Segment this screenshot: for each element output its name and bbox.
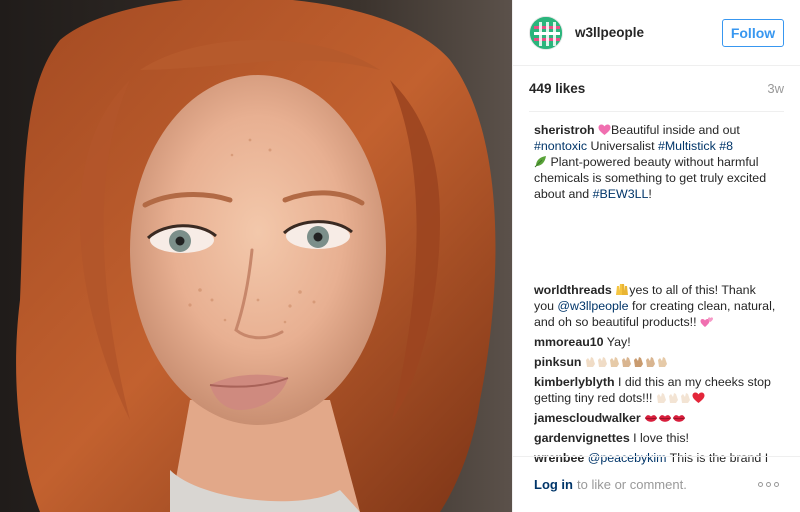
- portrait-illustration: [0, 0, 512, 512]
- clap-icon: [657, 357, 667, 367]
- comment-username[interactable]: jamescloudwalker: [534, 411, 641, 425]
- likes-count[interactable]: 449 likes: [529, 81, 585, 96]
- dot: [758, 482, 763, 487]
- caption-word: Universalist: [587, 139, 658, 153]
- post-photo[interactable]: [0, 0, 512, 512]
- dot: [774, 482, 779, 487]
- post-age[interactable]: 3w: [767, 81, 784, 96]
- comment-item: gardenvignettes I love this!: [534, 430, 779, 446]
- caption: sheristroh Beautiful inside and out #non…: [534, 122, 779, 202]
- comment-item: mmoreau10 Yay!: [534, 334, 779, 350]
- pink-heart-icon: [598, 124, 611, 135]
- post-footer: Log in to like or comment.: [513, 456, 800, 512]
- clap-icon: [585, 357, 595, 367]
- post-header: w3llpeople Follow: [513, 0, 800, 66]
- comment-username[interactable]: mmoreau10: [534, 335, 604, 349]
- avatar[interactable]: [529, 15, 563, 50]
- clap-icon: [609, 357, 619, 367]
- clap-icon: [597, 357, 607, 367]
- comment-item: kimberlyblyth I did this an my cheeks st…: [534, 374, 779, 406]
- kiss-lips-emoji-row: [644, 411, 686, 425]
- comment-username[interactable]: worldthreads: [534, 283, 612, 297]
- post-username[interactable]: w3llpeople: [575, 25, 722, 40]
- comment-text: I love this!: [633, 431, 689, 445]
- caption-username[interactable]: sheristroh: [534, 123, 595, 137]
- raised-hands-icon: [616, 284, 629, 295]
- more-options-icon[interactable]: [758, 482, 779, 487]
- comment-mention[interactable]: @w3llpeople: [557, 299, 628, 313]
- post-side-panel: w3llpeople Follow 449 likes 3w sheristro…: [512, 0, 800, 512]
- two-hearts-icon: [700, 317, 714, 327]
- comment-username[interactable]: gardenvignettes: [534, 431, 630, 445]
- clap-icon: [680, 393, 690, 403]
- comment-item: pinksun: [534, 354, 779, 370]
- comment-username[interactable]: kimberlyblyth: [534, 375, 615, 389]
- lips-icon: [673, 415, 686, 422]
- hashtag-multistick[interactable]: #Multistick: [658, 139, 716, 153]
- comment-text: Yay!: [606, 335, 631, 349]
- herb-leaf-icon: [534, 156, 546, 168]
- clap-icon: [668, 393, 678, 403]
- hashtag-bew3ll[interactable]: #BEW3LL: [593, 187, 649, 201]
- caption-line1: Beautiful inside and out: [611, 123, 740, 137]
- comment-list: worldthreads yes to all of this! Thank y…: [534, 282, 779, 474]
- caption-line2-end: !: [648, 187, 652, 201]
- login-link[interactable]: Log in: [534, 477, 573, 492]
- comments-section: sheristroh Beautiful inside and out #non…: [513, 112, 800, 474]
- clap-icon: [633, 357, 643, 367]
- clap-icon: [645, 357, 655, 367]
- post-meta: 449 likes 3w: [529, 66, 784, 112]
- brand-avatar-icon: [530, 16, 562, 49]
- clap-icon: [621, 357, 631, 367]
- red-heart-icon: [692, 392, 705, 403]
- hashtag-nontoxic[interactable]: #nontoxic: [534, 139, 587, 153]
- clapping-hands-emoji-row: [585, 355, 669, 369]
- comment-item: worldthreads yes to all of this! Thank y…: [534, 282, 779, 330]
- lips-icon: [659, 415, 672, 422]
- login-prompt-text: to like or comment.: [577, 477, 687, 492]
- clap-icon: [656, 393, 666, 403]
- hashtag-8[interactable]: #8: [719, 139, 733, 153]
- lips-icon: [645, 415, 658, 422]
- dot: [766, 482, 771, 487]
- comment-username[interactable]: pinksun: [534, 355, 582, 369]
- follow-button[interactable]: Follow: [722, 18, 784, 47]
- comment-item: jamescloudwalker: [534, 410, 779, 426]
